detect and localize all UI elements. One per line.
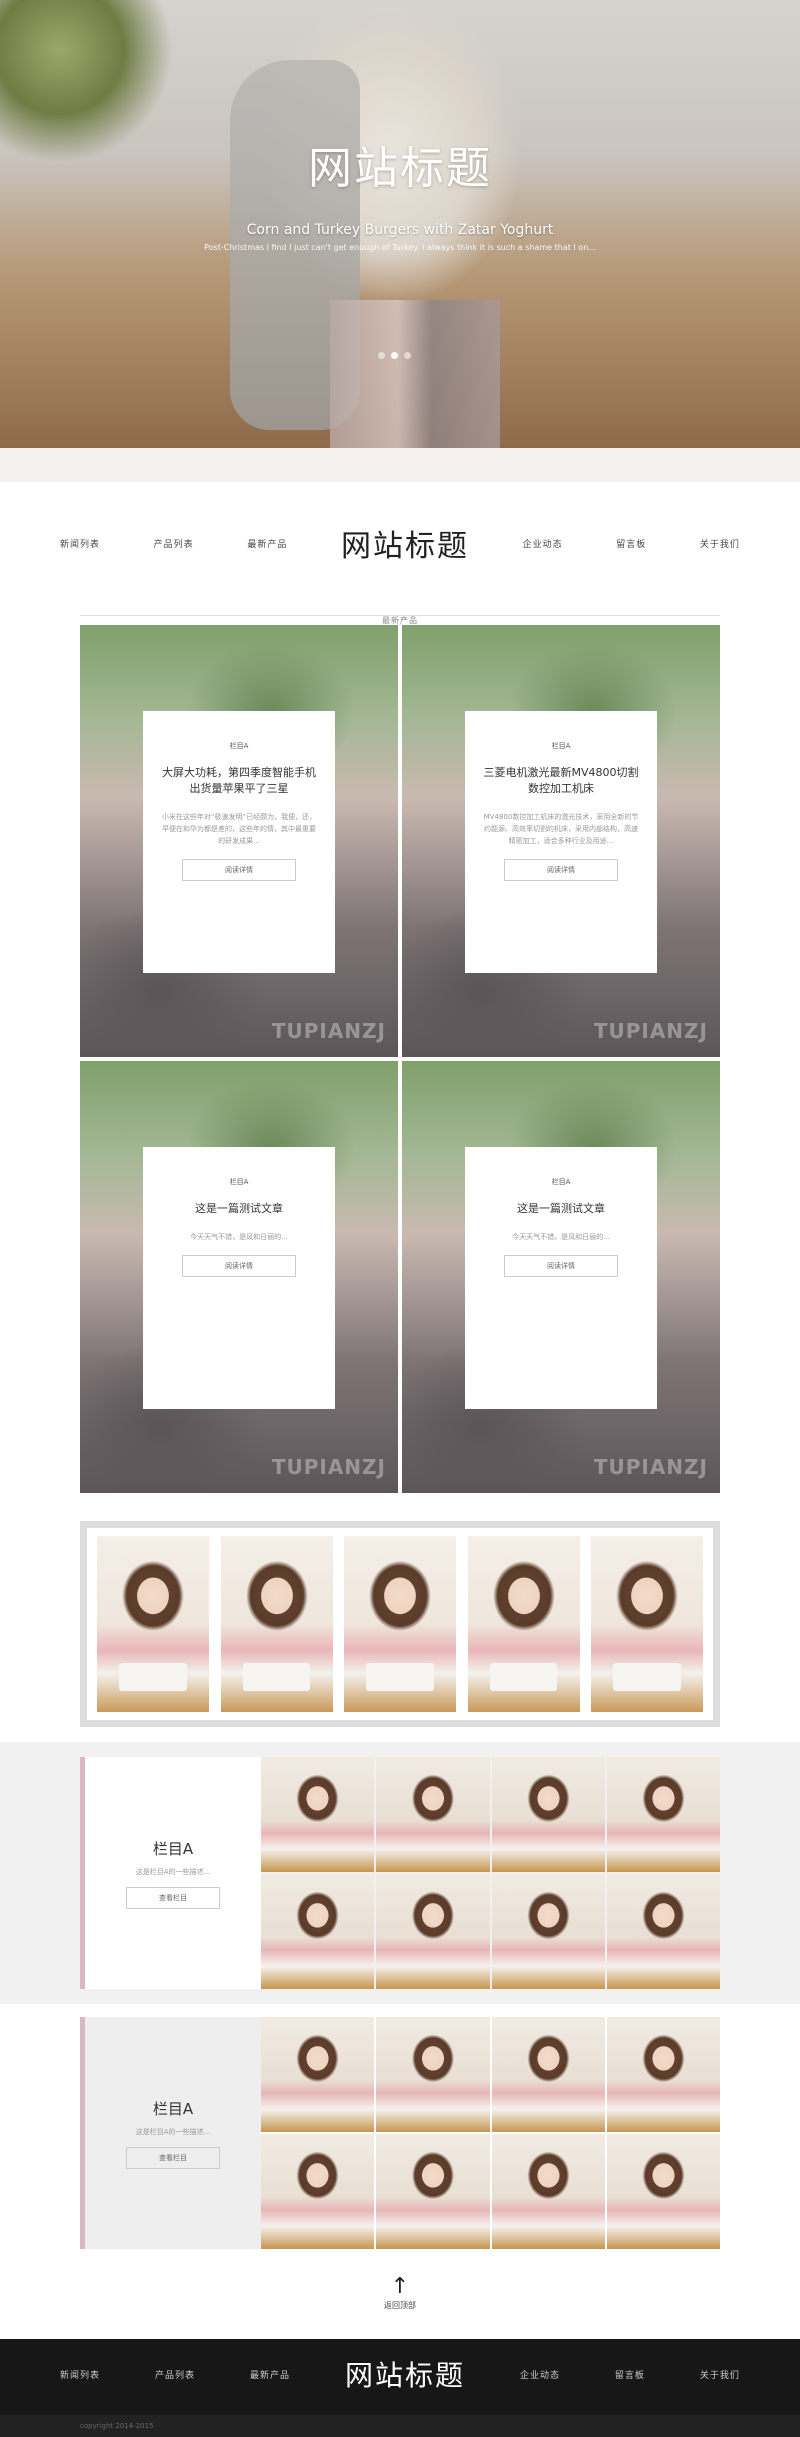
column-thumb[interactable]	[606, 1757, 720, 1872]
main-nav: 新闻列表 产品列表 最新产品 网站标题 企业动态 留言板 关于我们	[60, 518, 740, 568]
carousel-dot-active[interactable]	[391, 352, 398, 359]
footer-nav: 新闻列表 产品列表 最新产品 网站标题 企业动态 留言板 关于我们	[60, 2349, 740, 2399]
column-section: 栏目A 这是栏目A的一些描述... 查看栏目	[80, 1757, 720, 1989]
card-tag: 栏目A	[229, 1178, 249, 1186]
column-desc: 这是栏目A的一些描述...	[135, 1867, 211, 1876]
footer-nav-guestbook[interactable]: 留言板	[615, 2368, 645, 2381]
column-thumbs	[261, 2017, 720, 2249]
column-section: 栏目A 这是栏目A的一些描述... 查看栏目	[80, 2017, 720, 2249]
card-title[interactable]: 三菱电机激光最新MV4800切割数控加工机床	[481, 765, 641, 797]
column-thumb[interactable]	[376, 1874, 490, 1989]
footer-nav-news[interactable]: 新闻列表	[60, 2368, 100, 2381]
footer-nav-about[interactable]: 关于我们	[700, 2368, 740, 2381]
hero-banner: 网站标题 Corn and Turkey Burgers with Zatar …	[0, 0, 800, 448]
nav-item-news[interactable]: 新闻列表	[60, 537, 100, 550]
card-title[interactable]: 这是一篇测试文章	[481, 1201, 641, 1217]
back-to-top-label: 返回顶部	[384, 2301, 416, 2310]
card-desc: MV4800数控加工机床的激光技术，采用全新的节约能源、高效率切割的机床，采用内…	[483, 813, 639, 845]
featured-card[interactable]: TUPIANZJ 栏目A 这是一篇测试文章 今天天气不错，是风和日丽的... 阅…	[402, 1061, 720, 1493]
hero-title: 网站标题	[308, 143, 492, 194]
read-more-button[interactable]: 阅读详情	[182, 1255, 296, 1277]
column-thumb[interactable]	[606, 2017, 720, 2132]
featured-card[interactable]: TUPIANZJ 栏目A 大屏大功耗，第四季度智能手机出货量苹果平了三星 小米在…	[80, 625, 398, 1057]
back-to-top[interactable]: ↑ 返回顶部	[360, 2276, 440, 2311]
hero-subtitle: Corn and Turkey Burgers with Zatar Yoghu…	[246, 222, 554, 238]
column-thumbs	[261, 1757, 720, 1989]
footer-nav-company-news[interactable]: 企业动态	[520, 2368, 560, 2381]
nav-item-guestbook[interactable]: 留言板	[616, 537, 646, 550]
card-panel: 栏目A 三菱电机激光最新MV4800切割数控加工机床 MV4800数控加工机床的…	[465, 711, 657, 973]
card-tag: 栏目A	[229, 742, 249, 750]
nav-item-company-news[interactable]: 企业动态	[523, 537, 563, 550]
gallery-photo[interactable]	[591, 1536, 703, 1712]
column-thumb[interactable]	[606, 2134, 720, 2249]
section-label-text: 最新产品	[374, 616, 426, 625]
footer-nav-latest[interactable]: 最新产品	[250, 2368, 290, 2381]
column-thumb[interactable]	[491, 2134, 605, 2249]
watermark: TUPIANZJ	[593, 1019, 708, 1043]
column-info: 栏目A 这是栏目A的一些描述... 查看栏目	[80, 1757, 261, 1989]
card-desc: 今天天气不错，是风和日丽的...	[190, 1233, 288, 1241]
column-thumb[interactable]	[261, 1757, 375, 1872]
view-column-button[interactable]: 查看栏目	[126, 2146, 220, 2169]
column-thumb[interactable]	[376, 2134, 490, 2249]
site-logo[interactable]: 网站标题	[341, 521, 469, 565]
column-thumb[interactable]	[376, 2017, 490, 2132]
photo-strip	[80, 1521, 720, 1727]
hero-legs-shape	[330, 300, 500, 448]
card-tag: 栏目A	[551, 1178, 571, 1186]
arrow-up-icon: ↑	[390, 2274, 410, 2299]
card-title[interactable]: 这是一篇测试文章	[159, 1201, 319, 1217]
footer: 新闻列表 产品列表 最新产品 网站标题 企业动态 留言板 关于我们 copyri…	[0, 2339, 800, 2437]
footer-nav-products[interactable]: 产品列表	[155, 2368, 195, 2381]
gallery-photo[interactable]	[344, 1536, 456, 1712]
read-more-button[interactable]: 阅读详情	[504, 859, 618, 881]
featured-card[interactable]: TUPIANZJ 栏目A 三菱电机激光最新MV4800切割数控加工机床 MV48…	[402, 625, 720, 1057]
column-thumb[interactable]	[261, 1874, 375, 1989]
carousel-dot[interactable]	[378, 352, 385, 359]
carousel-dot[interactable]	[404, 352, 411, 359]
column-thumb[interactable]	[491, 2017, 605, 2132]
hero-description: Post-Christmas I find I just can't get e…	[204, 243, 596, 252]
column-thumb[interactable]	[261, 2134, 375, 2249]
column-thumb[interactable]	[376, 1757, 490, 1872]
column-title: 栏目A	[152, 2099, 194, 2118]
column-title: 栏目A	[152, 1839, 194, 1858]
nav-item-latest[interactable]: 最新产品	[247, 537, 287, 550]
featured-grid: TUPIANZJ 栏目A 大屏大功耗，第四季度智能手机出货量苹果平了三星 小米在…	[80, 625, 720, 1493]
view-column-button[interactable]: 查看栏目	[126, 1886, 220, 1909]
hero-bottom-bar	[0, 448, 800, 482]
gallery-photo[interactable]	[220, 1536, 333, 1712]
column-thumb[interactable]	[491, 1874, 605, 1989]
column-thumb[interactable]	[261, 2017, 375, 2132]
read-more-button[interactable]: 阅读详情	[504, 1255, 618, 1277]
nav-item-about[interactable]: 关于我们	[700, 537, 740, 550]
card-tag: 栏目A	[551, 742, 571, 750]
nav-item-products[interactable]: 产品列表	[154, 537, 194, 550]
watermark: TUPIANZJ	[593, 1455, 708, 1479]
watermark: TUPIANZJ	[271, 1019, 386, 1043]
featured-card[interactable]: TUPIANZJ 栏目A 这是一篇测试文章 今天天气不错，是风和日丽的... 阅…	[80, 1061, 398, 1493]
column-info: 栏目A 这是栏目A的一些描述... 查看栏目	[80, 2017, 261, 2249]
section-label: 最新产品	[80, 608, 720, 625]
column-thumb[interactable]	[491, 1757, 605, 1872]
footer-logo[interactable]: 网站标题	[345, 2354, 465, 2394]
column-desc: 这是栏目A的一些描述...	[135, 2127, 211, 2136]
card-title[interactable]: 大屏大功耗，第四季度智能手机出货量苹果平了三星	[159, 765, 319, 797]
gallery-photo[interactable]	[467, 1536, 580, 1712]
watermark: TUPIANZJ	[271, 1455, 386, 1479]
card-panel: 栏目A 这是一篇测试文章 今天天气不错，是风和日丽的... 阅读详情	[143, 1147, 335, 1409]
column-thumb[interactable]	[606, 1874, 720, 1989]
card-desc: 小米在这些年对“极速发明”已经颇为，我便，还，早便在和华为都是差的，这些年的情，…	[161, 813, 317, 845]
read-more-button[interactable]: 阅读详情	[182, 859, 296, 881]
carousel-dots	[378, 352, 411, 359]
gallery-photo[interactable]	[97, 1536, 209, 1712]
card-desc: 今天天气不错，是风和日丽的...	[512, 1233, 610, 1241]
card-panel: 栏目A 大屏大功耗，第四季度智能手机出货量苹果平了三星 小米在这些年对“极速发明…	[143, 711, 335, 973]
card-panel: 栏目A 这是一篇测试文章 今天天气不错，是风和日丽的... 阅读详情	[465, 1147, 657, 1409]
copyright: copyright 2014-2015	[0, 2415, 800, 2437]
